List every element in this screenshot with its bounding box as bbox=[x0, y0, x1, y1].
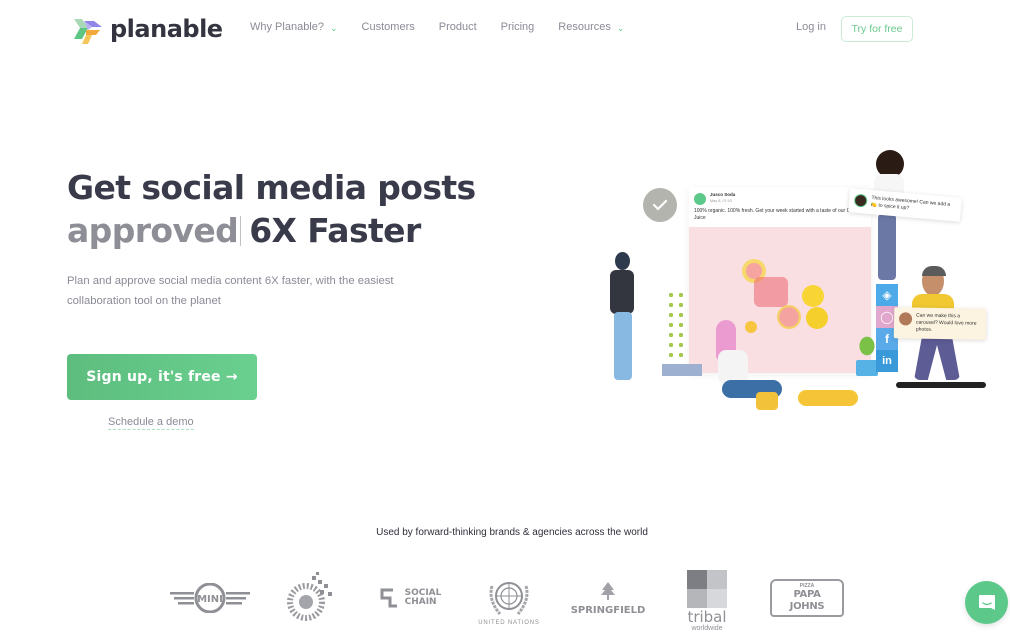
hero-title-line2: 6X Faster bbox=[249, 211, 421, 250]
brand-logo-social-chain: SOCIAL CHAIN bbox=[370, 570, 450, 626]
nav-product[interactable]: Product bbox=[439, 21, 477, 33]
un-text: UNITED NATIONS bbox=[478, 620, 540, 626]
post-header: Jusco Soda May 8, 07:03 100% organic. 10… bbox=[689, 187, 871, 227]
social-chain-text: SOCIAL CHAIN bbox=[404, 588, 442, 607]
chevron-down-icon: ⌄ bbox=[330, 22, 338, 33]
mini-logo-text: MINI bbox=[197, 594, 223, 605]
tribal-worldwide-text: worldwide bbox=[691, 625, 723, 632]
nav-why-planable-label: Why Planable? bbox=[250, 21, 324, 33]
person-on-blocks bbox=[870, 150, 910, 285]
mini-logo-icon: MINI bbox=[170, 583, 250, 613]
top-navigation: planable Why Planable? ⌄ Customers Produ… bbox=[0, 0, 1010, 58]
tribal-squares-icon bbox=[687, 570, 727, 608]
papa-johns-badge: PIZZA PAPA JOHNS bbox=[770, 579, 844, 617]
hero-subtitle: Plan and approve social media content 6X… bbox=[67, 275, 394, 307]
nav-resources-label: Resources bbox=[558, 21, 611, 33]
un-emblem-icon bbox=[489, 582, 529, 615]
brand-logo-tribal: tribal worldwide bbox=[682, 570, 732, 633]
brand-logo-united-nations: UNITED NATIONS bbox=[474, 570, 544, 632]
springfield-text: SPRINGFIELD bbox=[570, 604, 646, 616]
main-menu: Why Planable? ⌄ Customers Product Pricin… bbox=[250, 21, 648, 33]
planable-logo[interactable]: planable bbox=[72, 13, 223, 45]
tribal-text: tribal bbox=[687, 608, 727, 626]
signup-button[interactable]: Sign up, it's free → bbox=[67, 354, 257, 400]
nav-product-label: Product bbox=[438, 21, 477, 33]
comment-text: This looks awesome! Can we add a 🍋 to sp… bbox=[870, 195, 951, 212]
papa-johns-text: PAPA JOHNS bbox=[789, 589, 825, 612]
planable-logo-icon bbox=[74, 19, 102, 44]
nav-customers-label: Customers bbox=[361, 21, 415, 33]
brand-logo-mini: MINI bbox=[170, 570, 250, 626]
typing-caret bbox=[240, 216, 242, 246]
commenter-avatar bbox=[898, 312, 913, 326]
lemon bbox=[802, 285, 824, 307]
schedule-demo-link[interactable]: Schedule a demo bbox=[108, 416, 194, 430]
brand-name: planable bbox=[110, 15, 223, 43]
plant-pot-left bbox=[662, 290, 702, 378]
chat-widget-button[interactable] bbox=[965, 581, 1008, 624]
commenter-avatar bbox=[853, 193, 868, 208]
approved-check-icon bbox=[643, 188, 677, 222]
brands-caption: Used by forward-thinking brands & agenci… bbox=[376, 527, 648, 538]
brand-logo-papa-johns: PIZZA PAPA JOHNS bbox=[770, 570, 844, 626]
nav-why-planable[interactable]: Why Planable? ⌄ bbox=[250, 21, 338, 33]
person-sitting bbox=[712, 320, 792, 412]
nav-pricing[interactable]: Pricing bbox=[501, 21, 535, 33]
brand-logo-publicis bbox=[280, 570, 340, 626]
chevron-down-icon: ⌄ bbox=[616, 22, 625, 33]
post-account-name: Jusco Soda bbox=[710, 192, 736, 197]
twitter-icon: ◈ bbox=[876, 284, 898, 306]
juice-glass bbox=[754, 277, 788, 307]
nav-pricing-label: Pricing bbox=[500, 21, 535, 33]
publicis-lion-icon bbox=[287, 572, 332, 621]
try-for-free-button[interactable]: Try for free bbox=[841, 16, 913, 42]
hero-rotating-word: approved bbox=[67, 211, 239, 250]
springfield-tree-icon bbox=[601, 581, 615, 600]
hero-illustration: Jusco Soda May 8, 07:03 100% organic. 10… bbox=[600, 140, 1000, 430]
login-link[interactable]: Log in bbox=[796, 21, 826, 33]
hero-title: Get social media posts approved 6X Faster bbox=[67, 166, 476, 252]
comment-text: Can we make this a carousel? Would love … bbox=[915, 312, 977, 333]
nav-resources[interactable]: Resources ⌄ bbox=[558, 21, 624, 33]
emoji-coins bbox=[798, 390, 858, 406]
comment-card: Can we make this a carousel? Would love … bbox=[893, 307, 987, 340]
post-account-avatar bbox=[694, 193, 706, 205]
person-standing-left bbox=[608, 252, 638, 386]
social-chain-icon bbox=[380, 588, 397, 608]
post-date: May 8, 07:03 bbox=[710, 199, 732, 203]
lemon bbox=[806, 307, 828, 329]
hero-title-line1: Get social media posts bbox=[67, 168, 476, 207]
chat-icon bbox=[978, 594, 995, 610]
linkedin-icon: in bbox=[876, 350, 898, 372]
post-text: 100% organic. 100% fresh. Get your week … bbox=[694, 208, 860, 221]
nav-customers[interactable]: Customers bbox=[362, 21, 415, 33]
brand-logo-springfield: SPRINGFIELD bbox=[566, 570, 650, 626]
